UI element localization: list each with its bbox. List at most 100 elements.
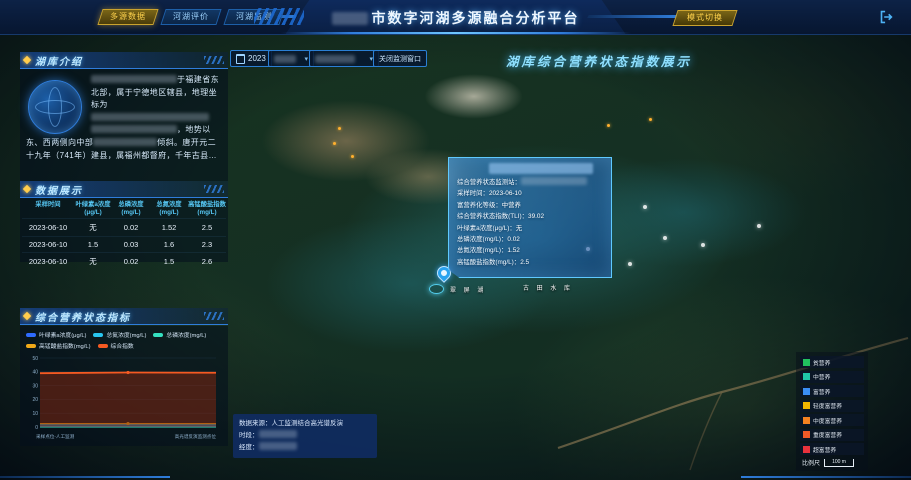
column-header: 总氮浓度 (mg/L) — [150, 199, 188, 219]
legend-color-chip — [153, 333, 163, 337]
popup-rows: 综合营养状态监测站：采样时间：2023-06-10富营养化等级：中营养综合营养状… — [457, 177, 603, 268]
legend-label: 超富营养 — [813, 445, 836, 454]
legend-label: 叶绿素a浓度(μg/L) — [39, 330, 86, 339]
svg-text:0: 0 — [35, 425, 38, 431]
table-cell: 0.03 — [112, 237, 150, 253]
table-cell: 1.52 — [150, 219, 188, 237]
map-marker-dot — [351, 155, 354, 158]
year-picker[interactable]: 2023 — [230, 50, 272, 67]
popup-row: 采样时间：2023-06-10 — [457, 188, 603, 199]
svg-text:高光谱反演监测点位: 高光谱反演监测点位 — [175, 433, 217, 440]
table-row: 2023-06-10无0.021.52.6 — [22, 253, 226, 271]
calendar-icon — [236, 54, 245, 64]
table-cell: 无 — [74, 253, 112, 271]
station-select[interactable]: ▾ — [309, 50, 379, 67]
redacted-text — [91, 125, 177, 133]
popup-row-label: 综合营养状态指数(TLI)： — [457, 213, 528, 220]
legend-label: 中度富营养 — [813, 416, 842, 425]
intro-panel-header: 湖库介绍 — [20, 52, 228, 69]
data-source-info-box: 数据来源：人工监测结合高光谱反演 时段： 经度： — [233, 414, 377, 458]
popup-row-label: 采样时间： — [457, 190, 489, 197]
mode-switch-button[interactable]: 模式切换 — [672, 10, 737, 26]
header-tab[interactable]: 多源数据 — [97, 9, 158, 25]
table-cell: 无 — [74, 219, 112, 237]
legend-row: 中营养 — [800, 371, 864, 383]
selected-station-ring — [429, 284, 444, 294]
popup-row-value: 无 — [516, 225, 522, 232]
column-header: 高锰酸盐指数 (mg/L) — [188, 199, 226, 219]
table-cell: 1.5 — [150, 253, 188, 271]
popup-row-value: 1.52 — [507, 247, 519, 254]
legend-item: 综合指数 — [98, 341, 134, 350]
redacted-popup-title — [489, 163, 593, 174]
map-marker-dot — [338, 127, 341, 130]
table-cell: 2.6 — [188, 253, 226, 271]
popup-row: 总磷浓度(mg/L)：0.02 — [457, 234, 603, 245]
chevron-down-icon: ▾ — [304, 55, 308, 63]
svg-text:50: 50 — [32, 356, 38, 362]
table-cell: 2.3 — [188, 237, 226, 253]
legend-color-chip — [803, 359, 810, 366]
intro-panel-body: 于福建省东北部，属于宁德地区辖县，地理坐标为，地势以东、西两侧向中部倾斜。唐开元… — [20, 69, 228, 181]
header-accent-line — [281, 32, 631, 34]
info-row: 经度： — [239, 442, 371, 454]
column-header: 叶绿素a浓度 (μg/L) — [74, 199, 112, 219]
station-dot[interactable] — [628, 262, 632, 266]
popup-row-value: 中营养 — [502, 202, 521, 209]
map-marker-dot — [333, 142, 336, 145]
table-cell: 1.6 — [150, 237, 188, 253]
legend-color-chip — [26, 344, 36, 348]
lake-select[interactable]: ▾ — [268, 50, 314, 67]
popup-row-label: 总氮浓度(mg/L)： — [457, 247, 507, 254]
slashes-decoration — [204, 312, 224, 320]
svg-text:10: 10 — [32, 411, 38, 417]
redacted-select-value — [315, 55, 355, 63]
legend-row: 中度富营养 — [800, 414, 864, 426]
slashes-decoration — [204, 185, 224, 193]
map-marker-dot — [607, 124, 610, 127]
legend-color-chip — [26, 333, 36, 337]
redacted-text — [259, 442, 297, 450]
data-panel-title: 数据展示 — [35, 182, 83, 197]
legend-label: 轻度富营养 — [813, 401, 842, 410]
close-button-label: 关闭监测窗口 — [379, 54, 421, 64]
popup-row-value: 2.5 — [520, 259, 529, 266]
info-row-label: 时段： — [239, 432, 259, 439]
map-mode-title: 湖库综合营养状态指数展示 — [506, 51, 692, 70]
data-source-line: 数据来源：人工监测结合高光谱反演 — [239, 418, 371, 430]
legend-row: 富营养 — [800, 385, 864, 397]
station-dot[interactable] — [701, 243, 705, 247]
station-dot[interactable] — [663, 236, 667, 240]
station-dot[interactable] — [643, 205, 647, 209]
legend-color-chip — [803, 446, 810, 453]
popup-row: 综合营养状态监测站： — [457, 177, 603, 188]
chart-panel-header: 综合营养状态指标 — [20, 308, 228, 325]
header-tab[interactable]: 河湖评价 — [160, 9, 221, 25]
popup-row: 高锰酸盐指数(mg/L)：2.5 — [457, 257, 603, 268]
scale-label: 比例尺 — [802, 458, 820, 467]
popup-row-value: 2023-06-10 — [489, 190, 522, 197]
legend-label: 总磷浓度(mg/L) — [166, 330, 206, 339]
redacted-city-name — [332, 12, 368, 25]
station-dot[interactable] — [757, 224, 761, 228]
header-stripes-decoration — [254, 8, 304, 25]
bottom-left-decoration — [0, 476, 170, 478]
legend-color-chip — [803, 402, 810, 409]
column-header: 总磷浓度 (mg/L) — [112, 199, 150, 219]
bottom-right-decoration — [741, 476, 911, 478]
close-monitor-window-button[interactable]: 关闭监测窗口 — [373, 50, 427, 67]
svg-text:30: 30 — [32, 383, 38, 389]
chart-panel-title: 综合营养状态指标 — [35, 309, 131, 324]
legend-label: 综合指数 — [111, 341, 134, 350]
redacted-select-value — [274, 55, 296, 63]
legend-color-chip — [803, 417, 810, 424]
station-detail-popup: 综合营养状态监测站：采样时间：2023-06-10富营养化等级：中营养综合营养状… — [448, 157, 612, 278]
table-cell: 0.02 — [112, 253, 150, 271]
logout-icon[interactable] — [877, 8, 895, 26]
svg-text:20: 20 — [32, 397, 38, 403]
redacted-text — [93, 138, 157, 146]
popup-row-label: 总磷浓度(mg/L)： — [457, 236, 507, 243]
table-cell: 2.5 — [188, 219, 226, 237]
map-marker-dot — [649, 118, 652, 121]
popup-row: 叶绿素a浓度(μg/L)：无 — [457, 223, 603, 234]
